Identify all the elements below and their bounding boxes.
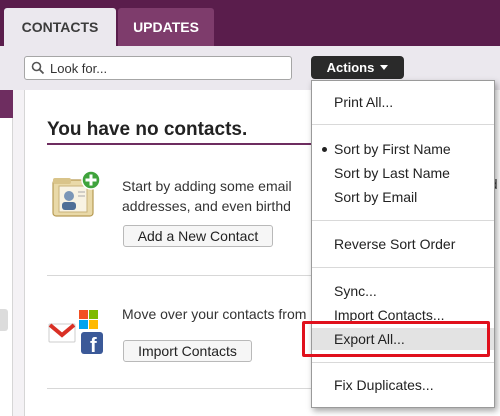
menu-item-reverse-sort[interactable]: Reverse Sort Order <box>312 233 494 255</box>
add-contact-button[interactable]: Add a New Contact <box>123 225 273 247</box>
menu-divider <box>312 267 494 268</box>
sidebar-accent <box>0 90 13 118</box>
import-services-icon: f <box>48 310 103 357</box>
page-title: You have no contacts. <box>47 119 248 140</box>
menu-item-print-all[interactable]: Print All... <box>312 91 494 113</box>
heading-divider <box>47 143 329 145</box>
menu-divider <box>312 362 494 363</box>
search-placeholder: Look for... <box>50 60 108 76</box>
highlight-annotation <box>302 321 490 357</box>
section-divider <box>47 275 329 276</box>
add-contact-description: Start by adding some email addresses, an… <box>122 178 292 214</box>
search-input[interactable]: Look for... <box>24 56 292 80</box>
menu-divider <box>312 220 494 221</box>
selected-bullet-icon <box>322 147 327 152</box>
actions-button[interactable]: Actions <box>311 56 404 79</box>
menu-item-sort-email[interactable]: Sort by Email <box>312 186 494 208</box>
menu-item-label: Sort by First Name <box>334 141 451 157</box>
menu-item-sort-last-name[interactable]: Sort by Last Name <box>312 162 494 184</box>
top-bar: CONTACTS UPDATES <box>0 0 500 46</box>
actions-menu: Print All... Sort by First Name Sort by … <box>311 80 495 408</box>
svg-text:f: f <box>90 335 97 357</box>
menu-item-sync[interactable]: Sync... <box>312 280 494 302</box>
chevron-down-icon <box>380 65 389 70</box>
menu-divider <box>312 124 494 125</box>
left-sidebar-strip <box>0 90 13 416</box>
menu-item-fix-duplicates[interactable]: Fix Duplicates... <box>312 374 494 396</box>
tab-updates[interactable]: UPDATES <box>118 8 214 46</box>
tab-contacts[interactable]: CONTACTS <box>4 8 116 46</box>
actions-label: Actions <box>326 60 375 75</box>
menu-item-sort-first-name[interactable]: Sort by First Name <box>312 138 494 160</box>
import-contacts-button[interactable]: Import Contacts <box>123 340 252 362</box>
add-contact-icon <box>52 170 101 217</box>
import-description: Move over your contacts from <box>122 306 307 322</box>
sidebar-handle[interactable] <box>0 309 8 331</box>
search-icon <box>31 61 45 75</box>
section-divider-bottom <box>47 388 329 389</box>
